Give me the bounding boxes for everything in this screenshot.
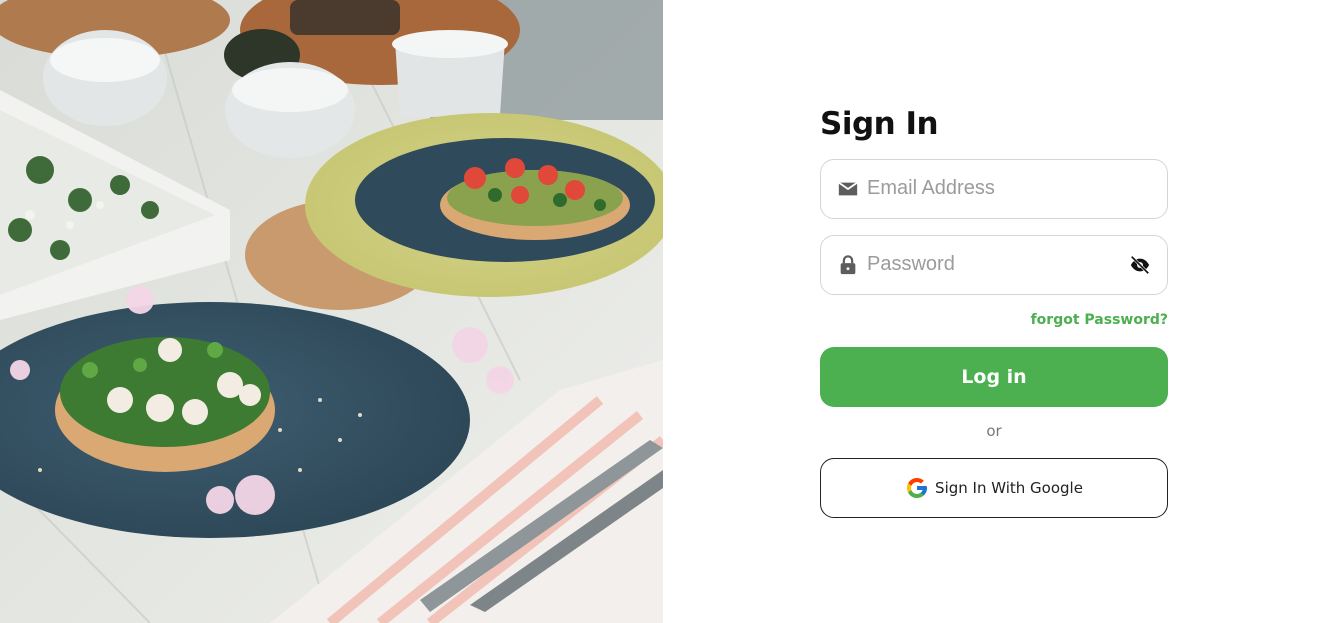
divider-or: or — [986, 422, 1002, 440]
password-input[interactable] — [867, 236, 1117, 292]
hero-image — [0, 0, 663, 623]
email-field[interactable] — [820, 159, 1168, 219]
food-plates-photo — [0, 0, 663, 623]
google-sign-in-label: Sign In With Google — [935, 479, 1083, 497]
eye-off-icon[interactable] — [1129, 254, 1151, 276]
password-field[interactable] — [820, 235, 1168, 295]
lock-icon — [840, 255, 856, 275]
google-sign-in-button[interactable]: Sign In With Google — [820, 458, 1168, 518]
mail-icon — [838, 181, 858, 196]
page-title: Sign In — [820, 106, 939, 142]
google-icon — [907, 478, 928, 498]
email-input[interactable] — [867, 160, 1117, 216]
forgot-password-link[interactable]: forgot Password? — [1031, 312, 1168, 328]
login-button[interactable]: Log in — [820, 347, 1168, 407]
